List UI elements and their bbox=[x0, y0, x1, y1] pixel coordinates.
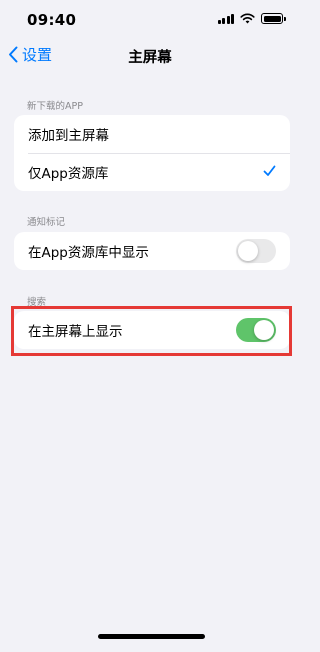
search-group: 在主屏幕上显示 bbox=[14, 311, 290, 349]
option-add-to-home[interactable]: 添加到主屏幕 bbox=[14, 115, 290, 153]
home-indicator bbox=[98, 634, 205, 639]
section-header-new-apps: 新下载的APP bbox=[27, 101, 83, 112]
wifi-icon bbox=[240, 13, 255, 24]
badges-group: 在App资源库中显示 bbox=[14, 232, 290, 270]
show-in-app-library-toggle[interactable] bbox=[236, 239, 276, 263]
status-bar: 09:40 bbox=[0, 0, 300, 40]
new-apps-group: 添加到主屏幕 仅App资源库 bbox=[14, 115, 290, 191]
screen: 09:40 设置 主屏幕 新下载的APP 添加到主屏幕 仅App资源库 通知标记… bbox=[0, 0, 300, 652]
status-icons bbox=[217, 13, 286, 24]
option-label: 仅App资源库 bbox=[28, 166, 109, 182]
toggle-knob bbox=[238, 241, 258, 261]
option-app-library-only[interactable]: 仅App资源库 bbox=[14, 153, 290, 191]
section-header-search: 搜索 bbox=[27, 297, 47, 308]
row-show-on-home-screen: 在主屏幕上显示 bbox=[14, 311, 290, 349]
page-title: 主屏幕 bbox=[128, 50, 172, 66]
status-time: 09:40 bbox=[27, 11, 77, 29]
checkmark-icon bbox=[263, 165, 276, 176]
option-label: 添加到主屏幕 bbox=[28, 128, 109, 144]
nav-bar: 设置 主屏幕 bbox=[0, 40, 300, 70]
signal-icon bbox=[217, 13, 234, 24]
toggle-knob bbox=[254, 320, 274, 340]
battery-icon bbox=[261, 13, 286, 24]
show-on-home-screen-toggle[interactable] bbox=[236, 318, 276, 342]
row-show-in-app-library: 在App资源库中显示 bbox=[14, 232, 290, 270]
section-header-badges: 通知标记 bbox=[27, 217, 66, 228]
row-label: 在主屏幕上显示 bbox=[28, 324, 123, 340]
row-label: 在App资源库中显示 bbox=[28, 245, 149, 261]
